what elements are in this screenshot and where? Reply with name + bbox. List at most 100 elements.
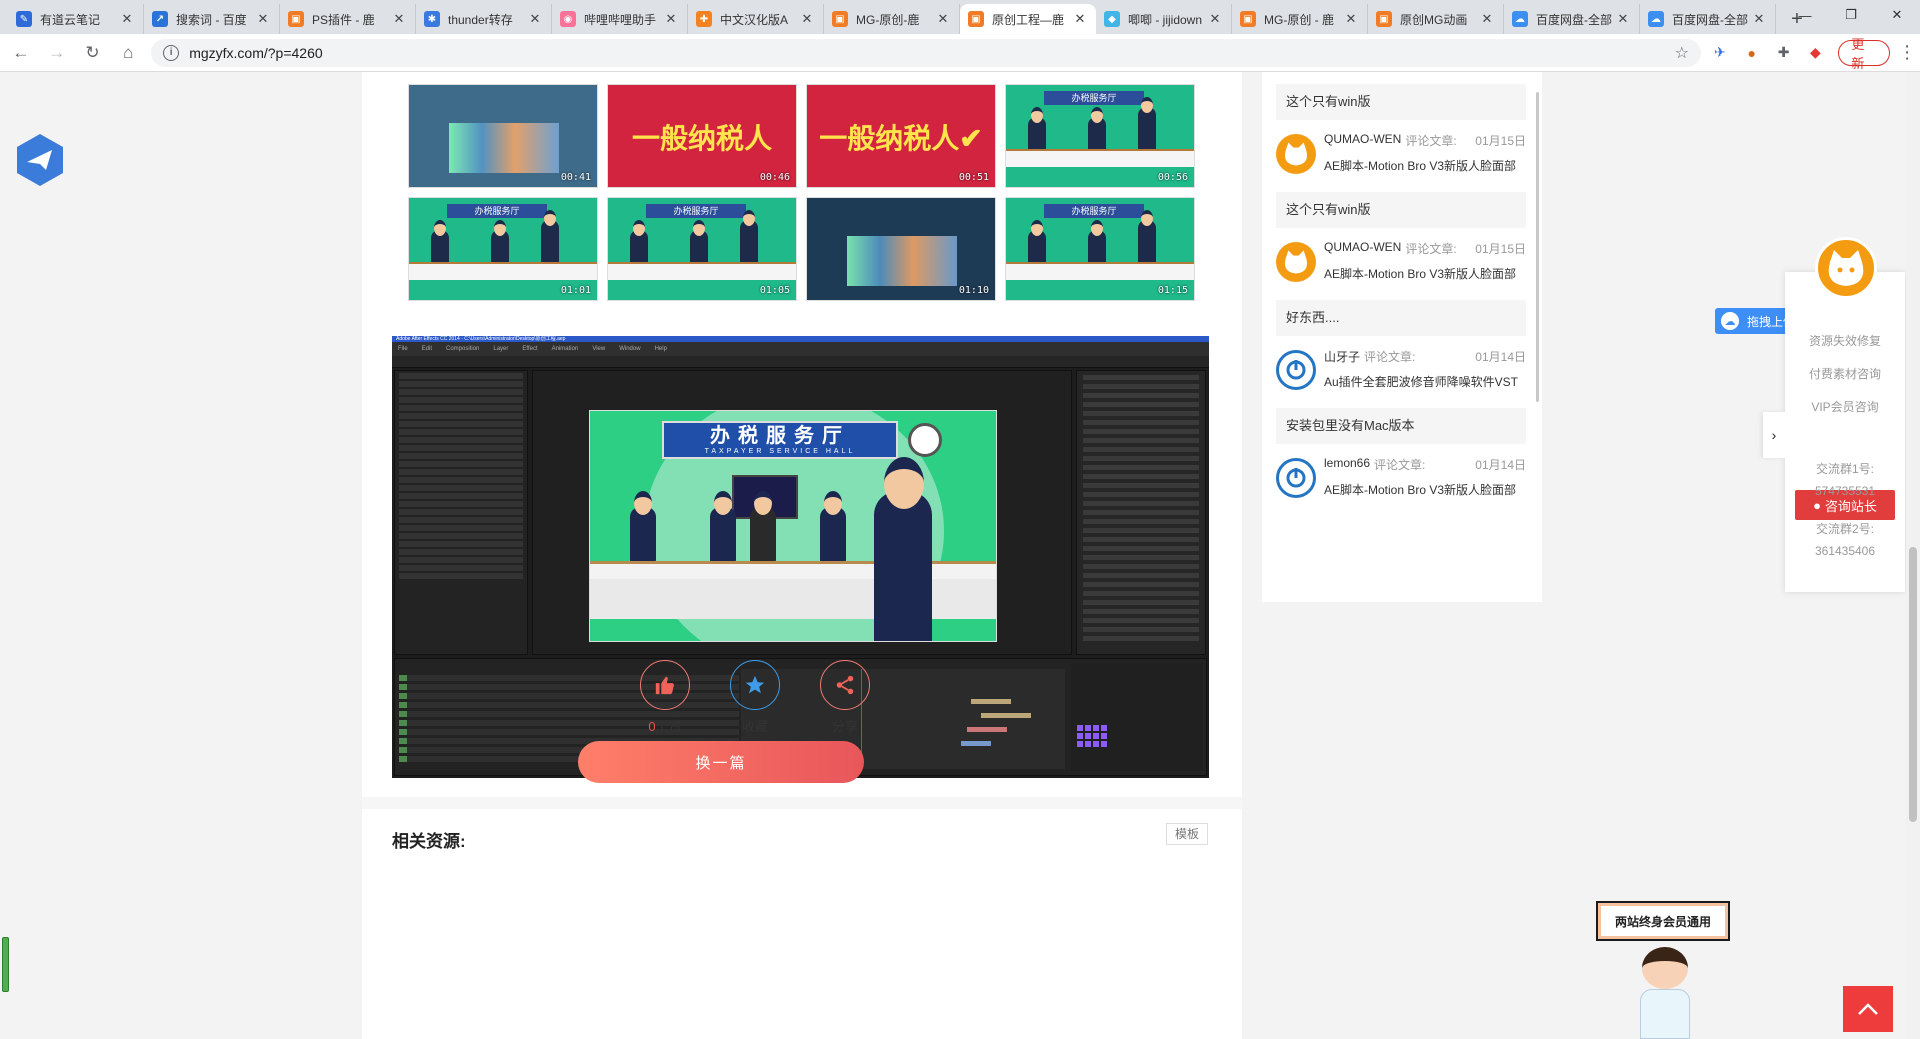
- tab-close-icon[interactable]: ✕: [663, 11, 679, 27]
- comment-quote[interactable]: 这个只有win版: [1276, 84, 1526, 120]
- membership-mascot[interactable]: 两站终身会员通用: [1590, 897, 1740, 1039]
- avatar[interactable]: [1276, 458, 1316, 498]
- tab-close-icon[interactable]: ✕: [1343, 11, 1359, 27]
- browser-tab[interactable]: ▣ MG-原创 - 鹿 ✕: [1232, 4, 1368, 34]
- paid-material-link[interactable]: 付费素材咨询: [1785, 365, 1905, 382]
- thumbnail-person: [1028, 220, 1046, 264]
- address-bar[interactable]: i mgzyfx.com/?p=4260 ☆: [151, 38, 1701, 67]
- home-button[interactable]: ⌂: [113, 38, 143, 68]
- ae-plugin-panel: [1071, 663, 1203, 771]
- tab-close-icon[interactable]: ✕: [1072, 11, 1088, 27]
- tab-close-icon[interactable]: ✕: [1479, 11, 1495, 27]
- ae-menu-item: Effect: [522, 346, 538, 352]
- like-button[interactable]: [640, 660, 690, 710]
- tab-close-icon[interactable]: ✕: [1207, 11, 1223, 27]
- extension-color-icon[interactable]: ◆: [1802, 40, 1828, 66]
- comment-article-link[interactable]: Au插件全套肥波修音师降噪软件VST: [1324, 373, 1526, 390]
- collapse-panel-chevron-icon[interactable]: ›: [1763, 412, 1785, 458]
- thumbnail-duration: 01:05: [759, 285, 790, 296]
- video-thumbnail[interactable]: 00:41: [408, 84, 598, 188]
- restore-button[interactable]: ❐: [1828, 0, 1874, 30]
- browser-tab[interactable]: ◉ 哔哩哔哩助手 ✕: [552, 4, 688, 34]
- video-thumbnail[interactable]: 一般纳税人✔ 00:51: [806, 84, 996, 188]
- minimize-button[interactable]: —: [1782, 0, 1828, 30]
- browser-tab[interactable]: ↗ 搜索词 - 百度 ✕: [144, 4, 280, 34]
- tab-close-icon[interactable]: ✕: [391, 11, 407, 27]
- comment-body: QUMAO-WEN 评论文章: 01月15日 AE脚本-Motion Bro V3新版…: [1324, 240, 1526, 288]
- avatar[interactable]: [1276, 242, 1316, 282]
- tab-close-icon[interactable]: ✕: [1615, 11, 1631, 27]
- avatar[interactable]: [1276, 134, 1316, 174]
- extensions-puzzle-icon[interactable]: ✚: [1771, 40, 1797, 66]
- tab-close-icon[interactable]: ✕: [119, 11, 135, 27]
- video-thumbnail[interactable]: 办税服务厅 01:05: [607, 197, 797, 301]
- related-tag[interactable]: 模板: [1165, 823, 1208, 845]
- browser-tab[interactable]: ✱ thunder转存 ✕: [416, 4, 552, 34]
- browser-tab[interactable]: ▣ MG-原创-鹿 ✕: [824, 4, 960, 34]
- tab-title: MG-原创-鹿: [856, 12, 920, 27]
- browser-tab[interactable]: ✎ 有道云笔记 ✕: [8, 4, 144, 34]
- comment-date: 01月15日: [1475, 242, 1526, 256]
- back-button[interactable]: ←: [6, 38, 36, 68]
- browser-tab[interactable]: ▣ 原创MG动画 ✕: [1368, 4, 1504, 34]
- vip-consult-link[interactable]: VIP会员咨询: [1785, 398, 1905, 415]
- comment-user[interactable]: QUMAO-WEN: [1324, 132, 1401, 149]
- site-info-icon[interactable]: i: [163, 44, 180, 61]
- page-scrollbar[interactable]: [1906, 72, 1920, 1039]
- comment-user[interactable]: lemon66: [1324, 456, 1370, 473]
- share-action[interactable]: 分享: [810, 660, 880, 735]
- tab-close-icon[interactable]: ✕: [935, 11, 951, 27]
- sidebar-scrollbar[interactable]: [1536, 92, 1539, 402]
- browser-tab[interactable]: ✚ 中文汉化版A ✕: [688, 4, 824, 34]
- comment-user[interactable]: QUMAO-WEN: [1324, 240, 1401, 257]
- url-text[interactable]: mgzyfx.com/?p=4260: [189, 45, 1674, 61]
- chevron-up-icon: [1858, 1003, 1878, 1015]
- forward-button[interactable]: →: [42, 38, 72, 68]
- group2-number[interactable]: 361435406: [1785, 544, 1905, 558]
- favorite-button[interactable]: [730, 660, 780, 710]
- browser-menu-icon[interactable]: ⋮: [1894, 42, 1920, 63]
- tab-close-icon[interactable]: ✕: [1751, 11, 1767, 27]
- browser-tab[interactable]: ▣ 原创工程—鹿 ✕: [960, 4, 1096, 34]
- browser-tab[interactable]: ☁ 百度网盘-全部 ✕: [1504, 4, 1640, 34]
- floating-bird-logo-icon[interactable]: [14, 132, 66, 188]
- comment-quote[interactable]: 安装包里没有Mac版本: [1276, 408, 1526, 444]
- bookmark-star-icon[interactable]: ☆: [1675, 43, 1689, 63]
- browser-tab[interactable]: ◆ 唧唧 - jijidown ✕: [1096, 4, 1232, 34]
- comment-article-link[interactable]: AE脚本-Motion Bro V3新版人脸面部: [1324, 157, 1526, 174]
- comment-quote[interactable]: 好东西....: [1276, 300, 1526, 336]
- comment-article-link[interactable]: AE脚本-Motion Bro V3新版人脸面部: [1324, 481, 1526, 498]
- browser-tab[interactable]: ☁ 百度网盘-全部 ✕: [1640, 4, 1776, 34]
- comment-article-link[interactable]: AE脚本-Motion Bro V3新版人脸面部: [1324, 265, 1526, 282]
- share-button[interactable]: [820, 660, 870, 710]
- extension-bird-icon[interactable]: ✈: [1707, 40, 1733, 66]
- tab-close-icon[interactable]: ✕: [255, 11, 271, 27]
- video-thumbnail[interactable]: 办税服务厅 00:56: [1005, 84, 1195, 188]
- avatar[interactable]: [1276, 350, 1316, 390]
- favorite-action[interactable]: 收藏: [720, 660, 790, 735]
- video-thumbnail[interactable]: 办税服务厅 01:15: [1005, 197, 1195, 301]
- back-to-top-button[interactable]: [1843, 986, 1893, 1032]
- browser-tab[interactable]: ▣ PS插件 - 鹿 ✕: [280, 4, 416, 34]
- tab-close-icon[interactable]: ✕: [527, 11, 543, 27]
- tab-close-icon[interactable]: ✕: [799, 11, 815, 27]
- ae-menu-item: View: [592, 346, 606, 352]
- close-window-button[interactable]: ✕: [1874, 0, 1920, 30]
- like-action[interactable]: 0个赞: [630, 660, 700, 735]
- next-article-button[interactable]: 换一篇: [578, 741, 864, 783]
- ae-keyframe-bar: [981, 713, 1031, 718]
- cat-avatar-icon[interactable]: [1815, 237, 1877, 299]
- ae-property-row: [1083, 636, 1199, 641]
- repair-link[interactable]: 资源失效修复: [1785, 332, 1905, 349]
- video-thumbnail[interactable]: 一般纳税人 00:46: [607, 84, 797, 188]
- reload-button[interactable]: ↻: [78, 38, 108, 68]
- extension-tiger-icon[interactable]: ●: [1739, 40, 1765, 66]
- comment-user[interactable]: 山牙子: [1324, 348, 1360, 365]
- side-green-tab[interactable]: [2, 937, 9, 992]
- page-scrollbar-thumb[interactable]: [1909, 547, 1917, 822]
- video-thumbnail[interactable]: 01:10: [806, 197, 996, 301]
- video-thumbnail[interactable]: 办税服务厅 01:01: [408, 197, 598, 301]
- group1-number[interactable]: 574735531: [1785, 484, 1905, 498]
- update-button[interactable]: 更新: [1838, 37, 1891, 71]
- comment-quote[interactable]: 这个只有win版: [1276, 192, 1526, 228]
